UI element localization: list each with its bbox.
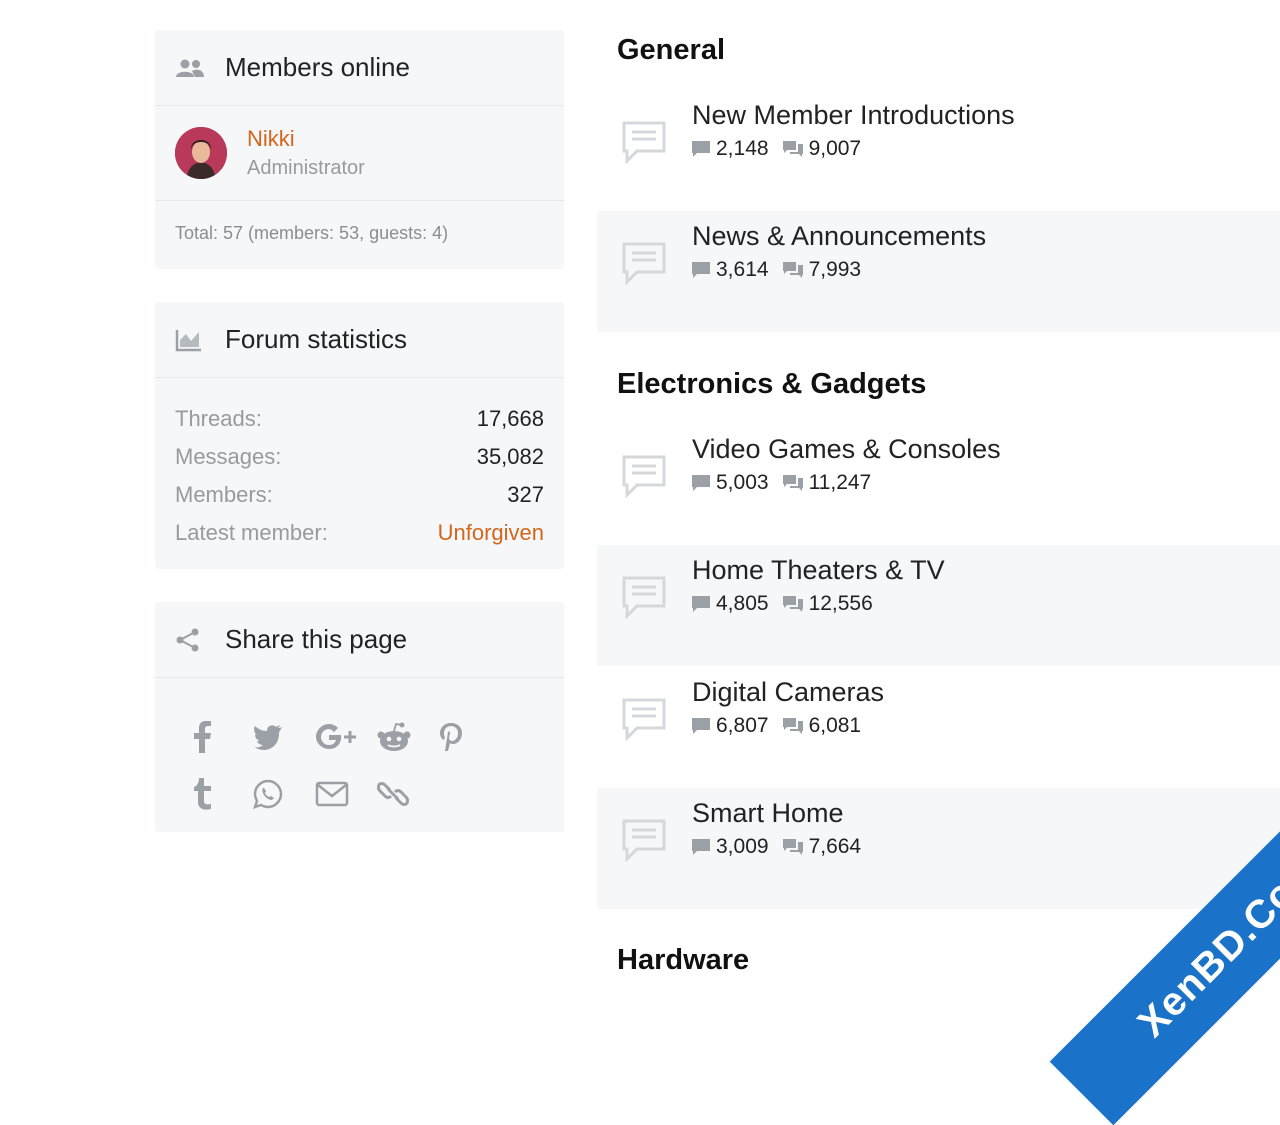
- forum-node-title[interactable]: Digital Cameras: [692, 677, 884, 708]
- facebook-icon[interactable]: [191, 720, 253, 753]
- threads-count: 5,003: [692, 471, 769, 495]
- threads-icon: [692, 262, 710, 278]
- link-icon[interactable]: [377, 778, 439, 810]
- forum-node[interactable]: Video Games & Consoles 5,003 11,247: [597, 424, 1280, 545]
- google-plus-icon[interactable]: [315, 723, 377, 751]
- messages-icon: [782, 839, 803, 855]
- threads-count: 3,614: [692, 258, 769, 282]
- stat-value: 35,082: [476, 444, 544, 469]
- forum-node-title[interactable]: Home Theaters & TV: [692, 555, 945, 586]
- forum-chat-icon: [621, 241, 667, 290]
- forum-node-title[interactable]: News & Announcements: [692, 221, 986, 252]
- share-page-block: Share this page: [155, 602, 564, 832]
- threads-icon: [692, 141, 710, 157]
- threads-count: 2,148: [692, 137, 769, 161]
- share-page-header: Share this page: [155, 602, 564, 678]
- messages-icon: [782, 718, 803, 734]
- forum-chat-icon: [621, 697, 667, 746]
- members-online-title[interactable]: Members online: [225, 52, 410, 83]
- forum-node-title[interactable]: New Member Introductions: [692, 100, 1015, 131]
- messages-icon: [782, 596, 803, 612]
- chart-icon: [175, 328, 205, 352]
- pinterest-icon[interactable]: [439, 722, 501, 752]
- category-title-general[interactable]: General: [617, 34, 725, 67]
- threads-icon: [692, 718, 710, 734]
- twitter-icon[interactable]: [253, 724, 315, 750]
- member-row: Nikki Administrator: [155, 106, 564, 201]
- members-online-header: Members online: [155, 30, 564, 106]
- forum-node[interactable]: New Member Introductions 2,148 9,007: [597, 90, 1280, 211]
- category-title-electronics[interactable]: Electronics & Gadgets: [617, 368, 926, 401]
- messages-count: 9,007: [782, 137, 861, 161]
- forum-node-title[interactable]: Video Games & Consoles: [692, 434, 1001, 465]
- messages-icon: [782, 475, 803, 491]
- stat-label: Latest member:: [175, 520, 328, 545]
- stat-label: Members:: [175, 482, 273, 507]
- forum-chat-icon: [621, 818, 667, 867]
- threads-count: 4,805: [692, 592, 769, 616]
- share-page-title: Share this page: [225, 624, 408, 654]
- forum-node[interactable]: Smart Home 3,009 7,664: [597, 788, 1280, 909]
- forum-statistics-title: Forum statistics: [225, 324, 408, 354]
- member-role: Administrator: [247, 157, 365, 179]
- online-total: Total: 57 (members: 53, guests: 4): [175, 223, 449, 243]
- messages-icon: [782, 141, 803, 157]
- threads-count: 6,807: [692, 714, 769, 738]
- member-name-link[interactable]: Nikki: [247, 124, 365, 154]
- forum-node-title[interactable]: Smart Home: [692, 798, 844, 829]
- share-icon: [175, 628, 205, 652]
- forum-node[interactable]: Home Theaters & TV 4,805 12,556: [597, 545, 1280, 666]
- messages-count: 6,081: [782, 714, 861, 738]
- forum-chat-icon: [621, 575, 667, 624]
- messages-count: 7,664: [782, 835, 861, 859]
- forum-statistics-header: Forum statistics: [155, 302, 564, 378]
- messages-count: 11,247: [782, 471, 871, 495]
- stat-row-threads: Threads: 17,668: [175, 400, 544, 438]
- stat-row-messages: Messages: 35,082: [175, 438, 544, 476]
- stat-label: Threads:: [175, 406, 262, 431]
- messages-icon: [782, 262, 803, 278]
- stat-row-members: Members: 327: [175, 476, 544, 514]
- latest-member-link[interactable]: Unforgiven: [438, 520, 544, 546]
- category-title-hardware[interactable]: Hardware: [617, 944, 749, 977]
- users-icon: [175, 56, 205, 80]
- forum-chat-icon: [621, 454, 667, 503]
- forum-node[interactable]: News & Announcements 3,614 7,993: [597, 211, 1280, 332]
- email-icon[interactable]: [315, 781, 377, 807]
- forum-chat-icon: [621, 120, 667, 169]
- messages-count: 7,993: [782, 258, 861, 282]
- avatar[interactable]: [175, 127, 227, 179]
- forum-node[interactable]: Digital Cameras 6,807 6,081: [597, 667, 1280, 788]
- messages-count: 12,556: [782, 592, 873, 616]
- members-online-block: Members online Nikki Administrator Total…: [155, 30, 564, 269]
- threads-count: 3,009: [692, 835, 769, 859]
- stat-label: Messages:: [175, 444, 282, 469]
- forum-statistics-block: Forum statistics Threads: 17,668 Message…: [155, 302, 564, 569]
- threads-icon: [692, 839, 710, 855]
- tumblr-icon[interactable]: [191, 777, 253, 810]
- stat-value: 327: [507, 482, 544, 507]
- stat-value: 17,668: [476, 406, 544, 431]
- stat-row-latest-member: Latest member: Unforgiven: [175, 514, 544, 552]
- threads-icon: [692, 475, 710, 491]
- reddit-icon[interactable]: [377, 722, 439, 752]
- threads-icon: [692, 596, 710, 612]
- whatsapp-icon[interactable]: [253, 779, 315, 809]
